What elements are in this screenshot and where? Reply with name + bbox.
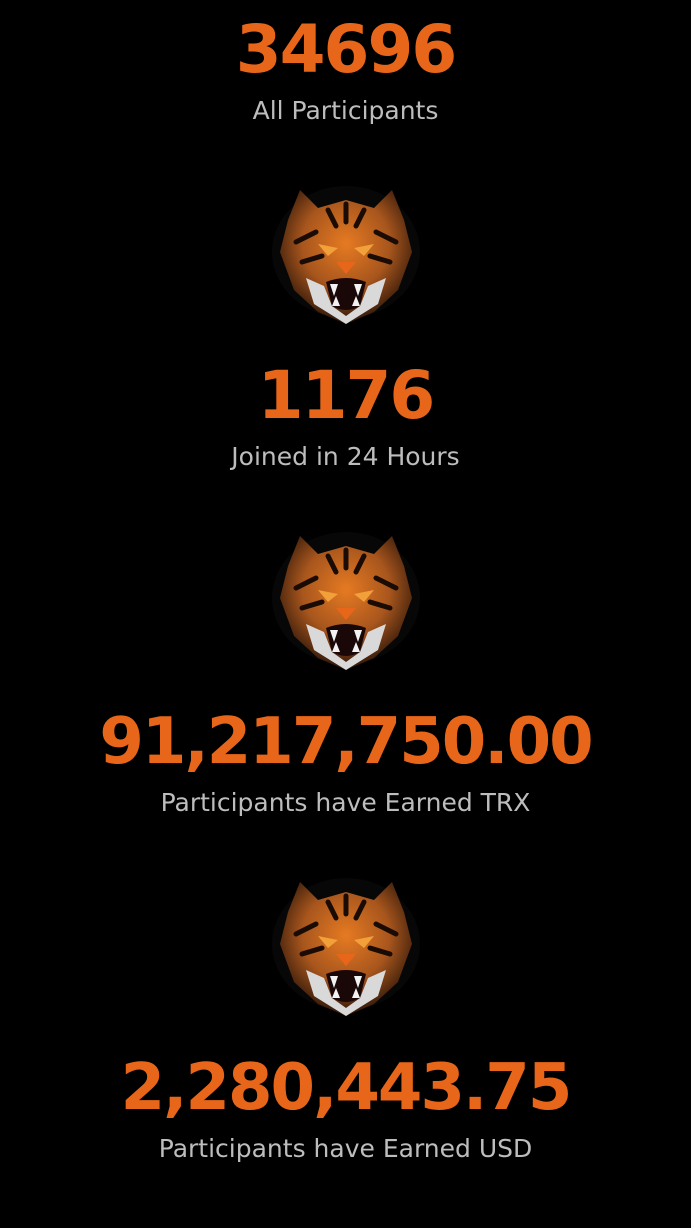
stat-earned-usd-label: Participants have Earned USD (158, 1134, 533, 1163)
stat-earned-usd-value: 2,280,443.75 (120, 1051, 573, 1125)
stat-joined-24h-value: 1176 (257, 357, 436, 434)
tiger-icon (272, 532, 420, 670)
stat-earned-trx-label: Participants have Earned TRX (160, 788, 531, 817)
stat-joined-24h-label: Joined in 24 Hours (231, 442, 460, 471)
stat-all-participants-value: 34696 (235, 11, 458, 88)
tiger-icon (272, 186, 420, 324)
stat-earned-trx-value: 91,217,750.00 (99, 705, 593, 779)
tiger-icon (272, 878, 420, 1016)
stat-all-participants-label: All Participants (252, 96, 439, 125)
